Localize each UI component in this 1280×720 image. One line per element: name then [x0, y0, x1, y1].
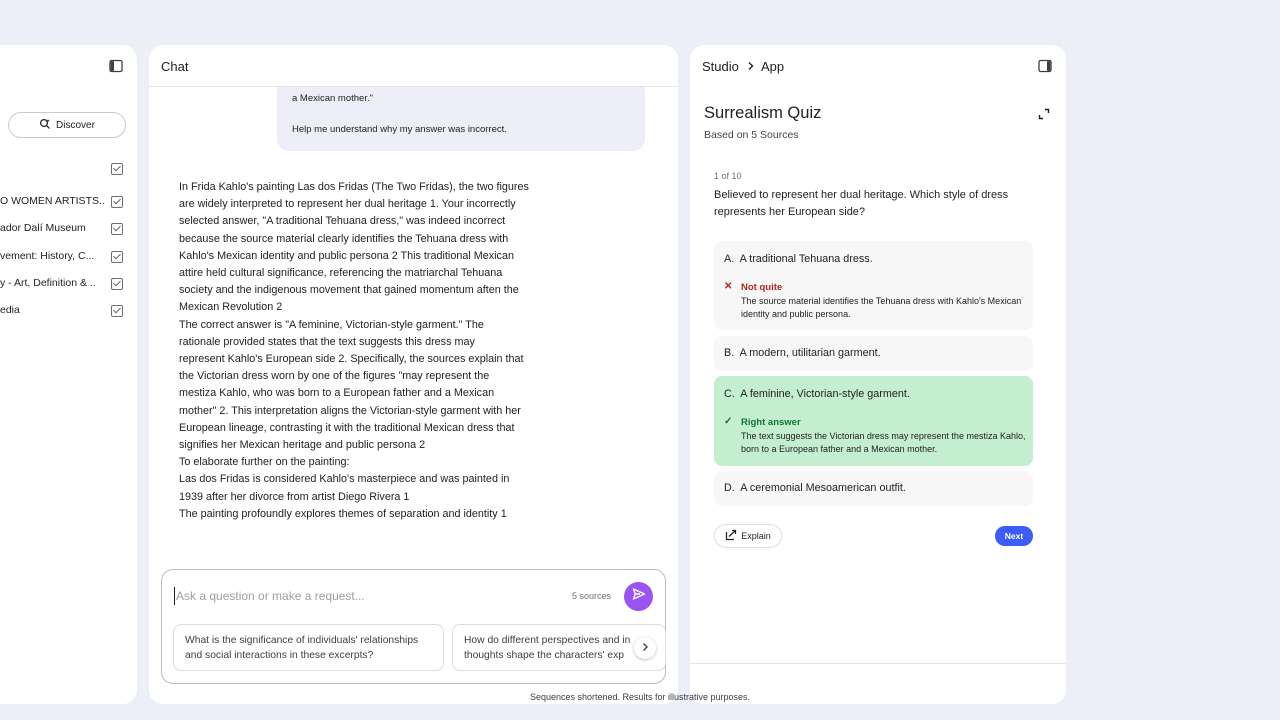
source-checkbox[interactable] [111, 251, 123, 263]
suggestion-chip[interactable]: What is the significance of individuals'… [173, 624, 444, 671]
answer-line: selected answer, "A traditional Tehuana … [179, 215, 506, 228]
source-checkbox[interactable] [111, 223, 123, 235]
option-label: D. A ceremonial Mesoamerican outfit. [724, 482, 906, 494]
feedback-body: The source material identifies the Tehua… [741, 296, 1022, 319]
answer-line: In Frida Kahlo's painting Las dos Fridas… [179, 181, 529, 193]
breadcrumb-separator [746, 59, 756, 74]
answer-line: Mexican Revolution 2 [179, 301, 283, 314]
close-icon: ✕ [724, 281, 733, 292]
explain-button[interactable]: Explain [714, 524, 782, 548]
answer-line: The correct answer is "A feminine, Victo… [179, 318, 484, 331]
answer-line: attire held cultural significance, refer… [179, 267, 503, 280]
suggestion-text: What is the significance of individuals'… [185, 635, 419, 661]
answer-line: mother" 2. This interpretation aligns th… [179, 404, 521, 417]
next-suggestions-button[interactable] [634, 637, 656, 659]
chat-panel: Chat a Mexican mother." Help me understa… [149, 45, 678, 704]
question-text: Believed to represent her dual heritage.… [714, 189, 1009, 218]
breadcrumb-app: App [761, 59, 785, 74]
discover-label: Discover [56, 119, 95, 131]
feedback-title: Right answer [741, 417, 801, 428]
quiz-option-c[interactable]: C. A feminine, Victorian-style garment. … [714, 376, 1033, 466]
answer-line: Las dos Fridas is considered Kahlo's mas… [179, 473, 510, 486]
answer-line: Kahlo's Mexican identity and public pers… [179, 249, 514, 262]
source-item-label: edia [0, 304, 20, 316]
answer-line: because the source material clearly iden… [179, 232, 509, 245]
chat-input[interactable] [174, 587, 534, 605]
chat-composer: 5 sources What is the significance of in… [161, 569, 666, 684]
option-letter: A. A traditional Tehuana dress. [724, 253, 873, 265]
answer-line: signifies her Mexican heritage and publi… [179, 439, 426, 452]
select-all-checkbox[interactable] [111, 163, 123, 175]
send-icon [632, 587, 646, 606]
explain-label: Explain [741, 531, 771, 541]
quiz-subtitle: Based on 5 Sources [704, 129, 799, 141]
next-button[interactable]: Next [995, 526, 1033, 546]
sources-count: 5 sources [572, 591, 612, 601]
studio-header: Studio App [690, 45, 1066, 87]
source-item-label: ador Dalí Museum [0, 222, 86, 234]
answer-line: The painting profoundly explores themes … [179, 507, 507, 520]
answer-line: rationale provided states that the text … [179, 335, 475, 348]
sources-panel: Discover O WOMEN ARTISTS.. ador Dalí Mus… [0, 45, 137, 704]
source-checkbox[interactable] [111, 278, 123, 290]
source-item-label: O WOMEN ARTISTS.. [0, 195, 105, 207]
answer-line: To elaborate further on the painting: [179, 456, 350, 469]
source-checkbox[interactable] [111, 196, 123, 208]
user-message-line: Help me understand why my answer was inc… [292, 124, 507, 135]
quiz-option-b[interactable]: B. A modern, utilitarian garment. [714, 336, 1033, 371]
answer-line: represent Kahlo's European side 2. Speci… [179, 353, 524, 366]
check-icon: ✓ [724, 416, 733, 427]
feedback-body: The text suggests the Victorian dress ma… [741, 431, 1026, 454]
chat-title: Chat [161, 59, 189, 74]
collapse-studio-icon[interactable] [1038, 59, 1052, 78]
source-item-label: vement: History, C... [0, 250, 95, 262]
quiz-title: Surrealism Quiz [704, 104, 822, 122]
question-counter: 1 of 10 [714, 171, 742, 181]
answer-line: the Victorian dress worn by one of the f… [179, 370, 490, 383]
expand-icon[interactable] [1038, 107, 1050, 125]
user-message: a Mexican mother." Help me understand wh… [277, 87, 645, 151]
explain-icon [725, 529, 737, 543]
chat-header: Chat [149, 45, 678, 87]
feedback-title: Not quite [741, 282, 783, 293]
discover-icon [39, 118, 51, 133]
disclaimer: Sequences shortened. Results for illustr… [529, 692, 751, 702]
quiz-option-a[interactable]: A. A traditional Tehuana dress. ✕ Not qu… [714, 241, 1033, 330]
source-item-label: y - Art, Definition & .. [0, 277, 96, 289]
breadcrumb-studio[interactable]: Studio [702, 59, 739, 74]
chevron-right-icon [640, 639, 650, 657]
user-message-line: a Mexican mother." [292, 93, 373, 104]
source-checkbox[interactable] [111, 305, 123, 317]
answer-line: 1939 after her divorce from artist Diego… [179, 490, 410, 503]
collapse-panel-icon[interactable] [109, 59, 123, 73]
discover-button[interactable]: Discover [8, 112, 126, 138]
suggestion-text: How do different perspectives and in tho… [464, 635, 631, 661]
answer-line: are widely interpreted to represent her … [179, 198, 516, 211]
assistant-answer: In Frida Kahlo's painting Las dos Fridas… [179, 179, 539, 523]
answer-line: mestiza Kahlo, who was born to a Europea… [179, 387, 495, 400]
answer-line: society and the indigenous movement that… [179, 284, 519, 297]
option-label: C. A feminine, Victorian-style garment. [724, 388, 910, 400]
quiz-option-d[interactable]: D. A ceremonial Mesoamerican outfit. [714, 471, 1033, 506]
send-button[interactable] [624, 582, 653, 611]
divider [690, 663, 1066, 664]
studio-panel: Studio App Surrealism Quiz Based on 5 So… [690, 45, 1066, 704]
option-label: B. A modern, utilitarian garment. [724, 347, 881, 359]
answer-line: European lineage, contrasting it with th… [179, 421, 515, 434]
